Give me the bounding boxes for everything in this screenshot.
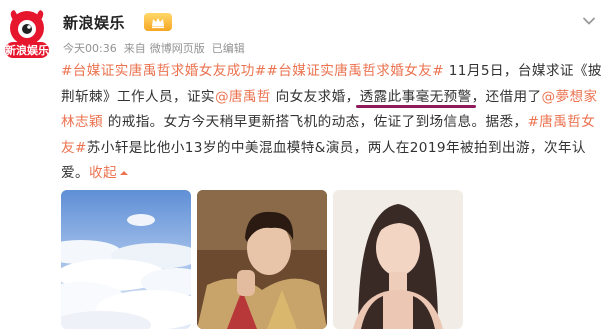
post-time[interactable]: 今天00:36	[63, 42, 117, 55]
clouds-photo[interactable]	[61, 190, 191, 329]
post-text-segment: 的戒指。女方今天稍早更新搭飞机的动态，佐证了到场信息。据悉，	[102, 114, 528, 131]
weibo-post: 新浪娱乐 新浪娱乐 今天00:36 来自 微博网页版 已编辑 #台媒证实唐禹哲求婚女友…	[0, 0, 609, 329]
collapse-label: 收起	[89, 165, 117, 182]
post-client[interactable]: 微博网页版	[150, 42, 205, 55]
post-text-segment: 向女友求婚，	[270, 88, 360, 105]
hashtag-link[interactable]: #台媒证实唐禹哲求婚女友成功#	[61, 63, 267, 79]
man-portrait-photo[interactable]	[197, 190, 327, 329]
chevron-down-icon[interactable]	[580, 12, 598, 30]
mention-link[interactable]: @唐禹哲	[215, 89, 271, 105]
account-avatar[interactable]: 新浪娱乐	[4, 8, 50, 60]
highlighted-text: 透露此事毫无预警	[359, 88, 472, 105]
post-text-segment: ，还借用了	[471, 88, 542, 105]
account-name[interactable]: 新浪娱乐	[63, 12, 125, 33]
post-meta: 今天00:36 来自 微博网页版 已编辑	[63, 40, 252, 56]
post-source-prefix: 来自	[123, 42, 146, 55]
member-badge-icon[interactable]	[144, 13, 172, 31]
woman-portrait-photo[interactable]	[333, 190, 463, 329]
collapse-link[interactable]: 收起	[89, 165, 129, 181]
hashtag-link[interactable]: #台媒证实唐禹哲求婚女友#	[267, 63, 445, 79]
post-text: #台媒证实唐禹哲求婚女友成功##台媒证实唐禹哲求婚女友# 11月5日，台媒求证《…	[61, 59, 603, 187]
post-edited[interactable]: 已编辑	[212, 42, 245, 55]
svg-text:新浪娱乐: 新浪娱乐	[5, 43, 49, 57]
post-text-segment: 苏小轩是比他小13岁的中美混血模特&演员，两人在2019年被拍到出游，次年认爱。	[61, 139, 586, 182]
caret-up-icon	[120, 171, 128, 176]
